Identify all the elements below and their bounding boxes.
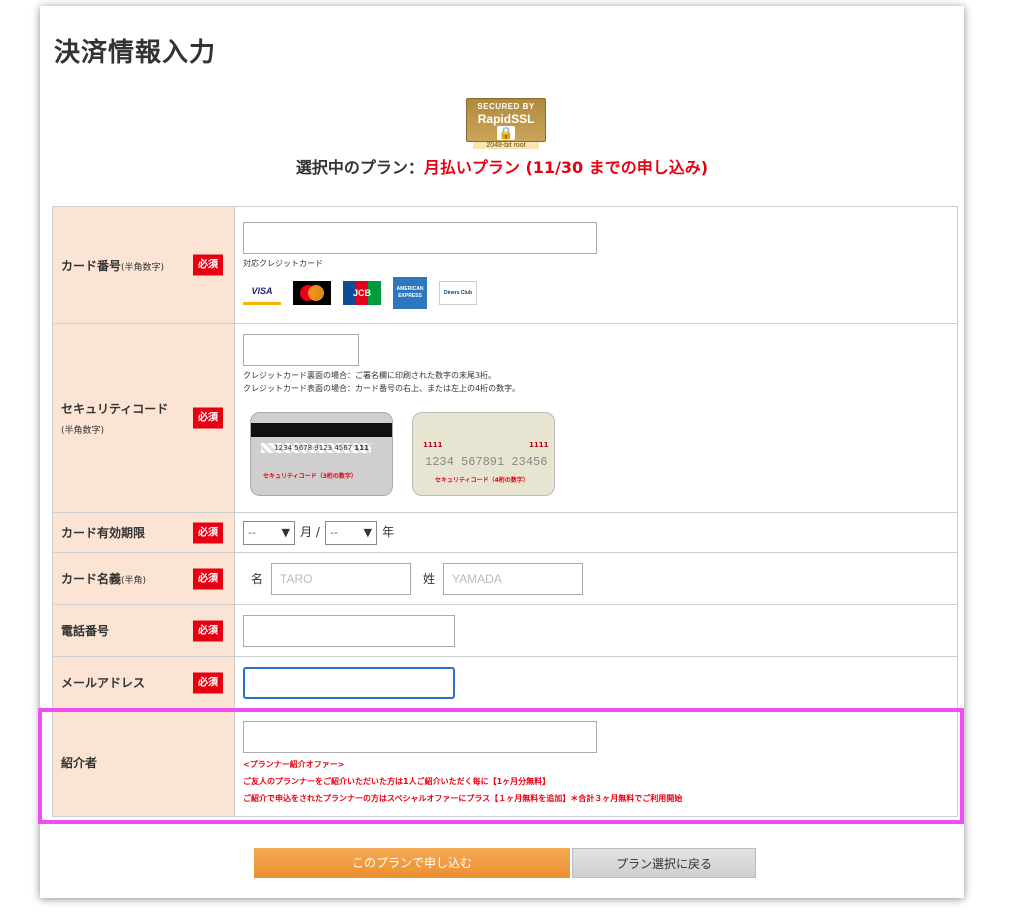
security-code-input[interactable] xyxy=(243,334,359,366)
supported-cards: VISA JCB AMERICAN EXPRESS Diners Club xyxy=(243,276,957,309)
expiry-label: カード有効期限 必須 xyxy=(52,512,235,553)
email-label: メールアドレス 必須 xyxy=(52,656,235,709)
row-card-name: カード名義(半角) 必須 名 TARO 姓 YAMADA xyxy=(52,552,958,605)
payment-panel: 決済情報入力 SECURED BY RapidSSL 🔒 2048-bit ro… xyxy=(40,6,964,898)
row-phone: 電話番号 必須 xyxy=(52,604,958,657)
card-number-label: カード番号(半角数字) 必須 xyxy=(52,206,235,324)
mastercard-icon xyxy=(293,280,331,305)
card-number-input[interactable] xyxy=(243,221,597,254)
card-name-label: カード名義(半角) 必須 xyxy=(52,552,235,605)
plan-name: 月払いプラン (11/30 までの申し込み) xyxy=(423,158,709,177)
required-badge: 必須 xyxy=(193,672,223,693)
visa-icon: VISA xyxy=(243,281,281,305)
first-name-input[interactable]: TARO xyxy=(271,562,412,595)
selected-plan: 選択中のプラン：月払いプラン (11/30 までの申し込み) xyxy=(295,158,709,177)
diners-icon: Diners Club xyxy=(439,280,477,305)
required-badge: 必須 xyxy=(193,522,223,543)
email-input[interactable] xyxy=(243,666,455,699)
ssl-badge: SECURED BY RapidSSL 🔒 2048-bit root xyxy=(466,98,546,149)
apply-plan-button[interactable]: このプランで申し込む xyxy=(254,848,570,878)
expiry-month-select[interactable]: -- ▼ xyxy=(243,520,295,545)
lock-icon: 🔒 xyxy=(496,126,516,140)
payment-form: カード番号(半角数字) 必須 対応クレジットカード VISA JCB AMERI… xyxy=(52,206,958,817)
required-badge: 必須 xyxy=(193,568,223,589)
phone-label: 電話番号 必須 xyxy=(52,604,235,657)
page-title: 決済情報入力 xyxy=(54,38,217,68)
dropdown-arrow-icon: ▼ xyxy=(363,525,373,539)
row-card-number: カード番号(半角数字) 必須 対応クレジットカード VISA JCB AMERI… xyxy=(52,206,958,324)
required-badge: 必須 xyxy=(193,620,223,641)
referrer-label: 紹介者 xyxy=(52,708,235,817)
row-expiry: カード有効期限 必須 -- ▼ 月 / -- ▼ 年 xyxy=(52,512,958,553)
referrer-input[interactable] xyxy=(243,721,597,753)
back-to-plan-selection-button[interactable]: プラン選択に戻る xyxy=(572,848,756,878)
required-badge: 必須 xyxy=(193,254,223,276)
dropdown-arrow-icon: ▼ xyxy=(281,525,290,539)
last-name-input[interactable]: YAMADA xyxy=(443,562,584,595)
jcb-icon: JCB xyxy=(343,280,381,305)
amex-icon: AMERICAN EXPRESS xyxy=(393,276,427,309)
row-email: メールアドレス 必須 xyxy=(52,656,958,709)
security-code-label: セキュリティコード (半角数字) 必須 xyxy=(52,323,235,513)
row-referrer: 紹介者 <プランナー紹介オファー> ご友人のプランナーをご紹介いただいた方は1人… xyxy=(52,708,958,817)
required-badge: 必須 xyxy=(193,407,223,429)
card-front-image: 1111 1111 1234 567891 23456 セキュリティコード（4桁… xyxy=(412,412,555,496)
expiry-year-select[interactable]: -- ▼ xyxy=(325,520,378,545)
card-back-image: 1234 5678 9123 4567 111 セキュリティコード（3桁の数字） xyxy=(250,412,393,496)
row-security-code: セキュリティコード (半角数字) 必須 クレジットカード裏面の場合：ご署名欄に印… xyxy=(52,323,958,513)
phone-input[interactable] xyxy=(243,614,455,647)
